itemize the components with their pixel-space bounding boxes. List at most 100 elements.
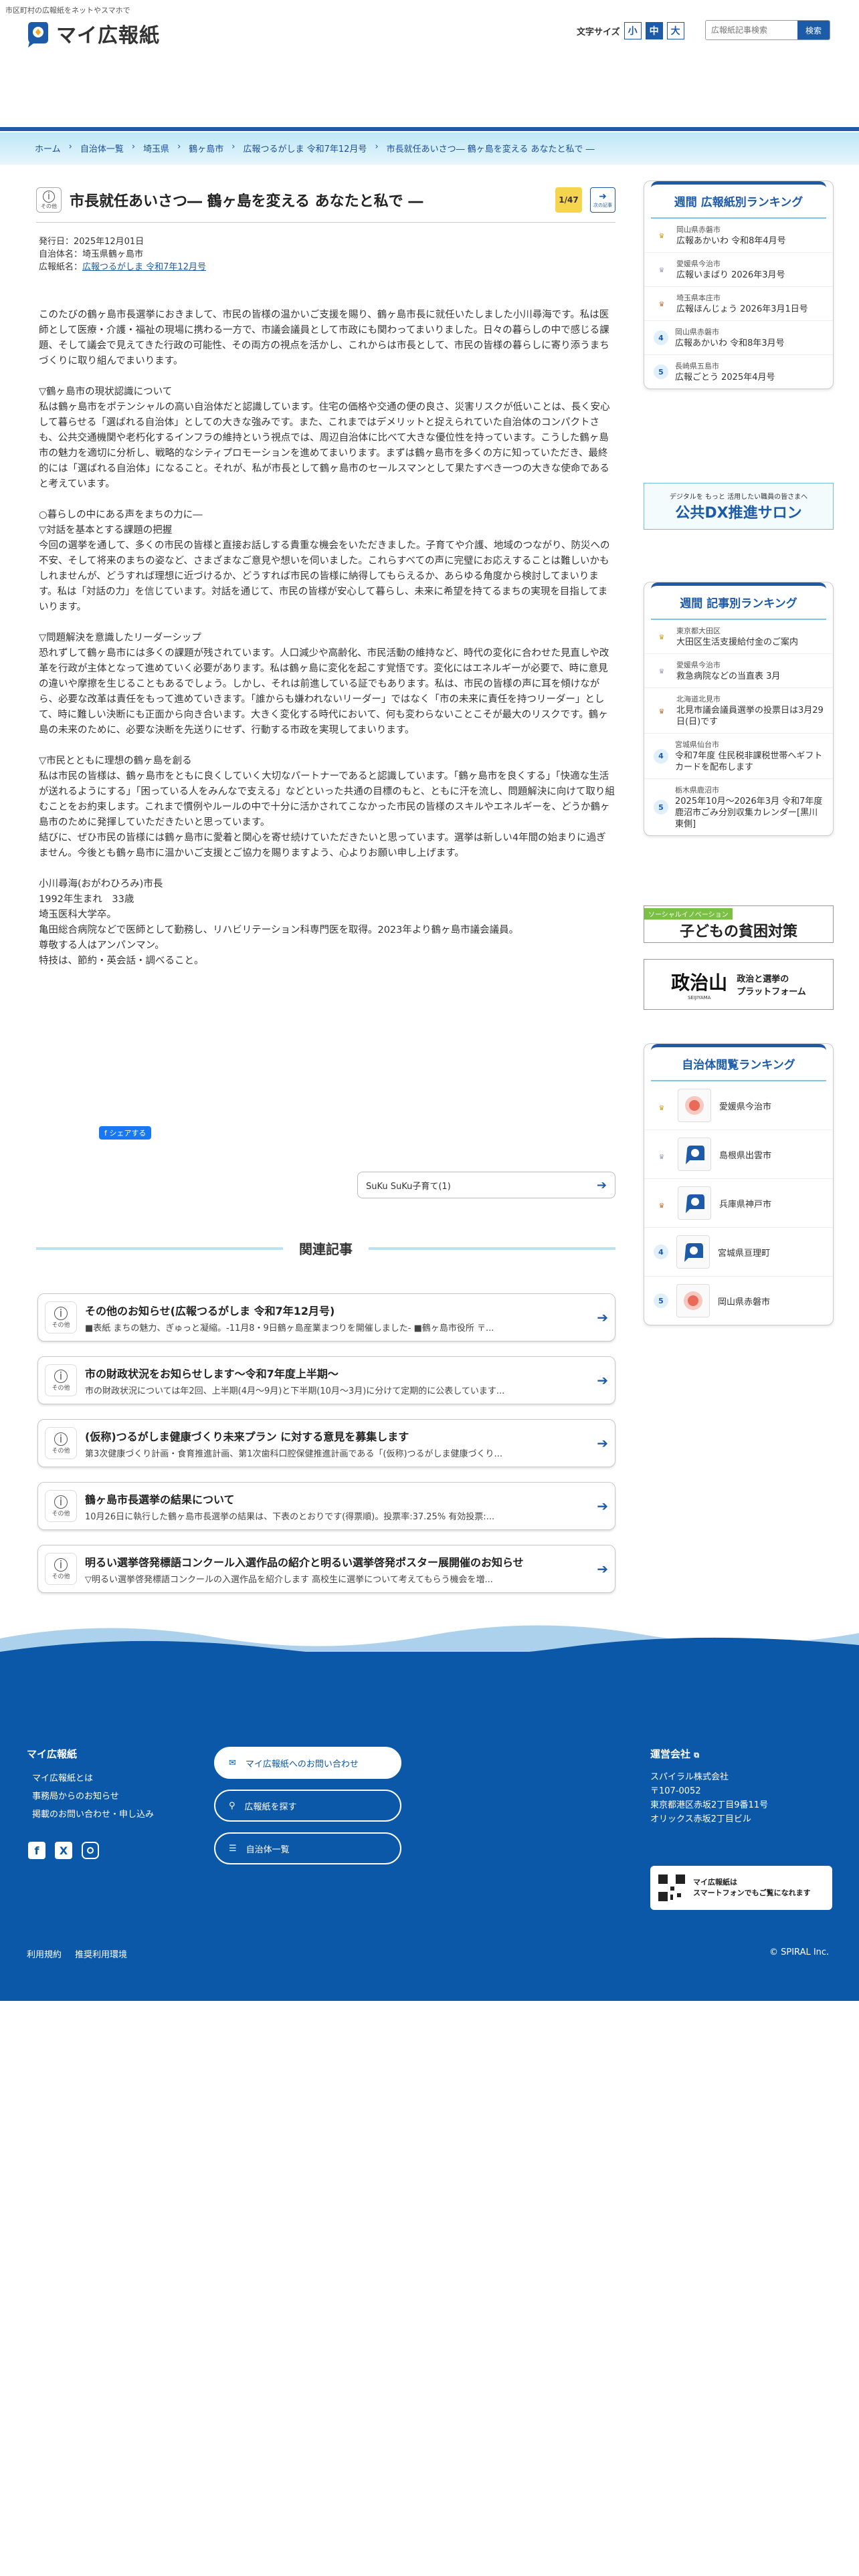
next-article-label: 次の記事 — [593, 203, 612, 208]
breadcrumb-prefecture[interactable]: 埼玉県 — [143, 142, 169, 154]
municipality-list-button[interactable]: ☰ 自治体一覧 — [214, 1832, 401, 1864]
bronze-crown-icon: ♛ — [658, 301, 665, 308]
dx-banner-subtitle: デジタルを もっと 活用したい職員の皆さまへ — [669, 493, 808, 501]
info-icon: i その他 — [45, 1490, 77, 1522]
municipality-item[interactable]: ♛ 愛媛県今治市 — [644, 1081, 833, 1130]
rank-badge: 5 — [654, 1293, 668, 1308]
search-box: 検索 — [705, 20, 830, 40]
social-innovation-banner[interactable]: ソーシャルイノベーション 子どもの貧困対策 — [644, 905, 834, 943]
ranking-item[interactable]: ♛ 北海道北見市 北見市議会議員選挙の投票日は3月29日(日)です — [644, 688, 833, 734]
font-size-control: 文字サイズ 小 中 大 — [577, 22, 684, 39]
footer-link-about[interactable]: マイ広報紙とは — [32, 1769, 154, 1788]
x-icon[interactable]: X — [55, 1842, 72, 1859]
next-article-link[interactable]: SuKu SuKu子育て(1) ➔ — [357, 1172, 615, 1198]
instagram-icon[interactable] — [82, 1842, 99, 1859]
qr-code-icon — [657, 1873, 686, 1903]
related-item-excerpt: 第3次健康づくり計画・食育推進計画、第1次歯科口腔保健推進計画である「(仮称)つ… — [85, 1448, 502, 1459]
font-size-large-button[interactable]: 大 — [666, 22, 684, 39]
seijiyama-banner[interactable]: 政治山 SEIJIYAMA 政治と選挙の プラットフォーム — [644, 959, 834, 1010]
ranking-item[interactable]: ♛ 岡山県赤磐市 広報あかいわ 令和8年4月号 — [644, 219, 833, 253]
next-article-title: SuKu SuKu子育て(1) — [366, 1181, 451, 1192]
facebook-icon[interactable]: f — [28, 1842, 45, 1859]
ranking-item[interactable]: ♛ 埼玉県本庄市 広報ほんじょう 2026年3月1日号 — [644, 287, 833, 321]
breadcrumb-home[interactable]: ホーム — [35, 142, 61, 154]
related-item-title: (仮称)つるがしま健康づくり未来プラン に対する意見を募集します — [85, 1430, 409, 1443]
related-item[interactable]: i その他 明るい選挙啓発標語コンクール入選作品の紹介と明るい選挙啓発ポスター展開… — [37, 1545, 615, 1593]
ranking-item[interactable]: ♛ 愛媛県今治市 救急病院などの当直表 3月 — [644, 654, 833, 688]
municipality-name: 宮城県亘理町 — [718, 1248, 771, 1259]
social-banner-title: 子どもの貧困対策 — [679, 923, 797, 940]
seijiyama-logo: 政治山 — [671, 972, 728, 994]
related-title: 関連記事 — [299, 1241, 353, 1257]
municipality-item[interactable]: 4 宮城県亘理町 — [644, 1228, 833, 1277]
arrow-right-icon: ➔ — [597, 1561, 608, 1577]
breadcrumb: ホーム › 自治体一覧 › 埼玉県 › 鶴ヶ島市 › 広報つるがしま 令和7年12月号 ›… — [35, 142, 595, 154]
gold-crown-icon: ♛ — [658, 634, 665, 641]
company-title[interactable]: 運営会社 — [650, 1748, 690, 1760]
related-item[interactable]: i その他 市の財政状況をお知らせします〜令和7年度上半期〜 市の財政状況については… — [37, 1356, 615, 1404]
info-icon: i その他 — [45, 1364, 77, 1396]
font-size-small-button[interactable]: 小 — [624, 22, 642, 39]
search-input[interactable] — [706, 21, 797, 39]
dx-salon-banner[interactable]: デジタルを もっと 活用したい職員の皆さまへ 公共DX推進サロン — [644, 483, 834, 530]
footer-brand: マイ広報紙 — [27, 1748, 78, 1760]
municipality-item[interactable]: ♛ 兵庫県神戸市 — [644, 1179, 833, 1228]
article-meta: 発行日：2025年12月01日 自治体名：埼玉県鶴ヶ島市 広報紙名：広報つるがし… — [39, 235, 206, 274]
find-paper-button[interactable]: ⚲ 広報紙を探す — [214, 1790, 401, 1822]
municipality-mascot-image — [676, 1235, 710, 1269]
silver-crown-icon: ♛ — [658, 267, 665, 274]
arrow-right-icon: ➔ — [597, 1498, 608, 1514]
breadcrumb-current: 市長就任あいさつ― 鶴ヶ島を変える あなたと私で ― — [386, 144, 595, 154]
search-button[interactable]: 検索 — [797, 21, 830, 39]
related-item[interactable]: i その他 鶴ヶ島市長選挙の結果について 10月26日に執行した鶴ヶ島市長選挙の結果… — [37, 1482, 615, 1530]
rank-badge: 5 — [654, 364, 668, 379]
municipality-name: 自治体名：埼玉県鶴ヶ島市 — [39, 249, 144, 259]
municipality-item[interactable]: 5 岡山県赤磐市 — [644, 1277, 833, 1325]
breadcrumb-issue[interactable]: 広報つるがしま 令和7年12月号 — [243, 142, 367, 154]
rank-badge: 4 — [654, 330, 668, 345]
article-title: 市長就任あいさつ― 鶴ヶ島を変える あなたと私で ― — [70, 193, 423, 210]
municipality-item[interactable]: ♛ 島根県出雲市 — [644, 1130, 833, 1179]
environment-link[interactable]: 推奨利用環境 — [75, 1947, 127, 1960]
share-button[interactable]: f シェアする — [99, 1126, 152, 1140]
qr-code-panel: マイ広報紙は スマートフォンでもご覧になれます — [650, 1866, 832, 1910]
font-size-label: 文字サイズ — [577, 27, 620, 37]
related-item-excerpt: 市の財政状況については年2回、上半期(4月〜9月)と下半期(10月〜3月)に分け… — [85, 1386, 505, 1396]
ranking-item[interactable]: 5 栃木県鹿沼市 2025年10月〜2026年3月 令和7年度 鹿沼市ごみ分別収集… — [644, 779, 833, 835]
ranking-item[interactable]: 4 岡山県赤磐市 広報あかいわ 令和8年3月号 — [644, 321, 833, 355]
paper-name-link[interactable]: 広報つるがしま 令和7年12月号 — [82, 262, 206, 272]
font-size-medium-button[interactable]: 中 — [645, 22, 663, 39]
gold-crown-icon: ♛ — [658, 233, 665, 240]
ranking-item[interactable]: ♛ 東京都大田区 大田区生活支援給付金のご案内 — [644, 620, 833, 654]
municipality-name: 岡山県赤磐市 — [718, 1297, 771, 1307]
terms-link[interactable]: 利用規約 — [27, 1947, 62, 1960]
rank-badge: 4 — [654, 1245, 668, 1259]
share-label: シェアする — [109, 1129, 147, 1138]
site-logo[interactable]: マイ広報紙 — [24, 19, 160, 48]
rank-badge: 4 — [654, 748, 668, 764]
divider — [36, 222, 615, 223]
dx-banner-title: 公共DX推進サロン — [675, 504, 802, 522]
related-item[interactable]: i その他 その他のお知らせ(広報つるがしま 令和7年12月号) ■表紙 まちの魅力… — [37, 1293, 615, 1341]
arrow-right-icon: ➔ — [597, 1435, 608, 1451]
municipality-ranking-title: 自治体閲覧ランキング — [651, 1044, 826, 1081]
municipality-mascot-image — [678, 1186, 711, 1220]
breadcrumb-municipality-list[interactable]: 自治体一覧 — [80, 142, 124, 154]
ranking-item[interactable]: 5 長崎県五島市 広報ごとう 2025年4月号 — [644, 355, 833, 389]
related-item[interactable]: i その他 (仮称)つるがしま健康づくり未来プラン に対する意見を募集します 第3次… — [37, 1419, 615, 1467]
social-links: f X — [28, 1842, 99, 1859]
ranking-item[interactable]: ♛ 愛媛県今治市 広報いまばり 2026年3月号 — [644, 253, 833, 287]
ranking-item[interactable]: 4 宮城県仙台市 令和7年度 住民税非課税世帯へギフトカードを配布します — [644, 734, 833, 779]
footer-links: マイ広報紙とは 事務局からのお知らせ 掲載のお問い合わせ・申し込み — [32, 1769, 154, 1824]
contact-button[interactable]: ✉ マイ広報紙へのお問い合わせ — [214, 1747, 401, 1779]
footer-link-news[interactable]: 事務局からのお知らせ — [32, 1788, 154, 1806]
arrow-right-icon: ➔ — [597, 1309, 608, 1325]
footer-bottom-links: 利用規約 推奨利用環境 — [27, 1947, 127, 1960]
breadcrumb-city[interactable]: 鶴ヶ島市 — [189, 142, 223, 154]
next-article-button[interactable]: ➜ 次の記事 — [590, 187, 615, 213]
silver-crown-icon: ♛ — [658, 1154, 665, 1161]
related-item-title: その他のお知らせ(広報つるがしま 令和7年12月号) — [85, 1304, 335, 1317]
footer-link-contact[interactable]: 掲載のお問い合わせ・申し込み — [32, 1806, 154, 1824]
external-link-icon: ⧉ — [694, 1751, 700, 1759]
municipality-ranking: 自治体閲覧ランキング ♛ 愛媛県今治市 ♛ 島根県出雲市 ♛ 兵庫県神戸市 4 … — [644, 1043, 834, 1325]
